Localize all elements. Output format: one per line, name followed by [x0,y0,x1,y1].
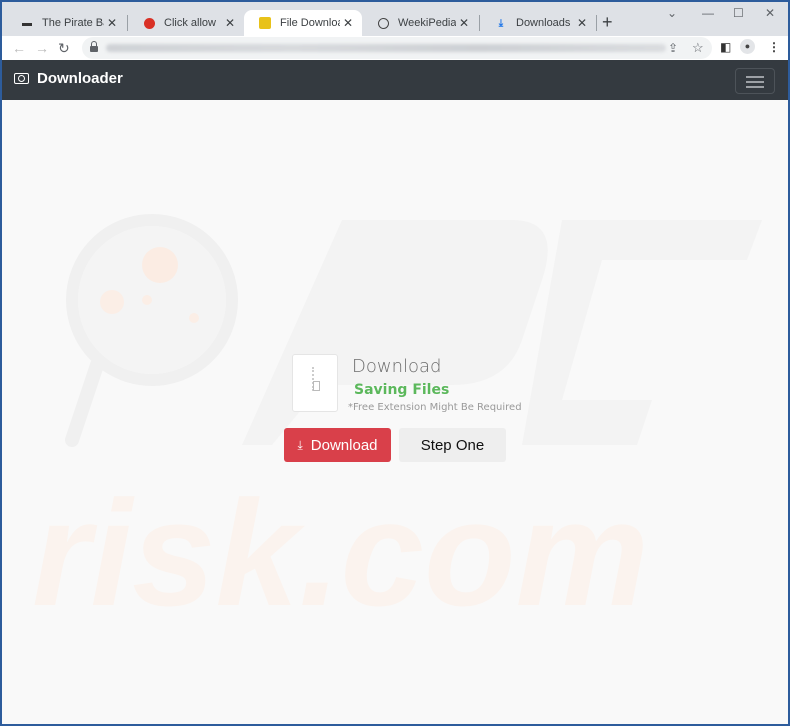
hamburger-line [746,86,764,88]
tab-title: WeekiPedia. Wiki f [398,17,456,29]
tab-search-icon[interactable]: ⌄ [667,6,677,20]
tab-title: Downloads [516,17,571,29]
address-bar[interactable]: ⇪ ☆ [82,37,712,59]
tab-separator [596,15,597,31]
hamburger-line [746,81,764,83]
browser-toolbar: ← → ↻ ⇪ ☆ ◧ ● ⋮ [2,36,788,60]
brand-name: Downloader [37,70,123,87]
new-tab-button[interactable]: + [602,12,613,33]
tab-click-allow[interactable]: Click allow ✕ [128,10,244,36]
minimize-button[interactable]: — [702,6,714,20]
navbar-toggler-button[interactable] [735,68,775,94]
step-one-button[interactable]: Step One [399,428,506,462]
saving-files-status: Saving Files [354,382,450,398]
bookmark-star-icon[interactable]: ☆ [692,40,704,56]
svg-text:risk.com: risk.com [32,469,649,637]
side-panel-icon[interactable]: ◧ [720,40,731,54]
close-tab-icon[interactable]: ✕ [574,16,590,30]
tab-weekipedia[interactable]: WeekiPedia. Wiki f ✕ [362,10,478,36]
close-tab-icon[interactable]: ✕ [104,16,120,30]
magnifier-icon [66,214,238,386]
close-tab-icon[interactable]: ✕ [456,16,472,30]
profile-avatar-icon[interactable]: ● [740,39,755,54]
tab-title: Click allow [164,17,216,29]
tab-pirate-bay[interactable]: ▬ The Pirate Bay - Th ✕ [6,10,126,36]
tab-title: File Download [280,17,340,29]
hamburger-line [746,76,764,78]
close-tab-icon[interactable]: ✕ [340,16,356,30]
reload-button[interactable]: ↻ [58,40,70,57]
download-button-label: Download [310,436,378,454]
site-navbar: Downloader [2,60,788,100]
download-icon: ⤓ [297,437,303,452]
download-heading: Download [352,356,442,377]
camera-icon [14,73,29,84]
extension-note: *Free Extension Might Be Required [348,402,522,413]
menu-icon[interactable]: ⋮ [768,40,780,54]
wordpress-icon [376,16,390,30]
brand-link[interactable]: Downloader [14,70,123,87]
close-tab-icon[interactable]: ✕ [222,16,238,30]
tab-strip: ▬ The Pirate Bay - Th ✕ Click allow ✕ Fi… [2,2,788,36]
pirate-ship-icon: ▬ [22,17,32,29]
maximize-button[interactable]: ☐ [733,6,744,20]
zip-file-icon [292,354,338,412]
close-window-button[interactable]: ✕ [765,6,775,20]
tab-title: The Pirate Bay - Th [42,17,104,29]
forward-button[interactable]: → [35,40,49,56]
download-button[interactable]: ⤓ Download [284,428,391,462]
tab-file-download[interactable]: File Download ✕ [244,10,362,36]
tab-downloads[interactable]: ⤓ Downloads ✕ [480,10,596,36]
lock-icon [258,16,272,30]
download-icon: ⤓ [498,17,504,29]
back-button[interactable]: ← [12,40,26,56]
browser-window: ▬ The Pirate Bay - Th ✕ Click allow ✕ Fi… [2,2,788,724]
url-text-blurred [106,44,666,52]
lock-icon[interactable] [90,41,98,52]
share-icon[interactable]: ⇪ [668,41,678,55]
red-circle-icon [142,16,156,30]
